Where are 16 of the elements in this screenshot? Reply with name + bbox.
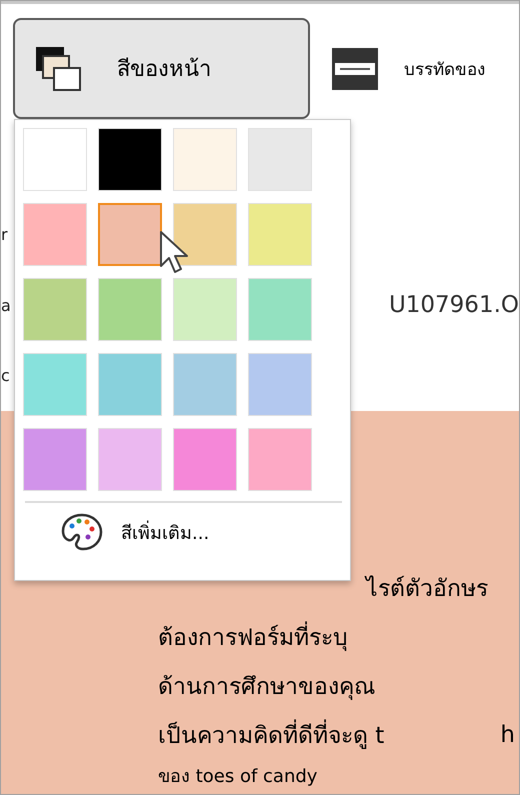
document-text: h xyxy=(500,722,515,748)
document-text: r xyxy=(1,224,8,244)
file-name-text: U107961.O xyxy=(388,292,519,318)
page-color-button[interactable]: สีของหน้า xyxy=(13,18,310,119)
color-swatch[interactable] xyxy=(98,203,162,266)
palette-icon xyxy=(61,512,103,552)
document-text: ไรต์ตัวอักษร xyxy=(366,574,488,604)
line-button[interactable]: บรรทัดของ xyxy=(332,18,485,119)
more-colors-item[interactable]: สีเพิ่มเติม... xyxy=(23,503,350,561)
document-text: ของ toes of candy xyxy=(158,764,318,788)
layered-pages-icon xyxy=(35,46,81,92)
document-text: ด้านการศึกษาของคุณ xyxy=(158,672,375,702)
document-text: เป็นความคิดที่ดีที่จะดู t xyxy=(158,716,384,752)
document-text: c xyxy=(1,366,10,386)
document-text: ต้องการฟอร์มที่ระบุ xyxy=(158,618,348,654)
document-text: a xyxy=(1,296,11,314)
